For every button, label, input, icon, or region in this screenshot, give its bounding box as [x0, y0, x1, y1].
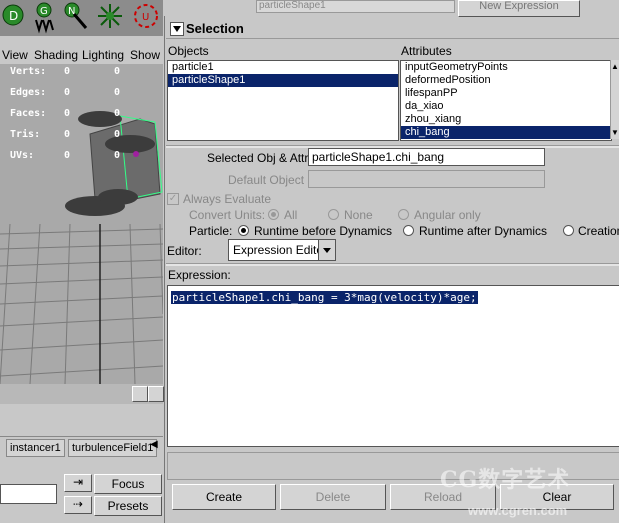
delete-button[interactable]: Delete: [280, 484, 386, 510]
list-item[interactable]: chi_bang: [401, 126, 611, 139]
select-icon[interactable]: ⇥: [64, 474, 92, 492]
runtime-after-radio[interactable]: [403, 225, 414, 236]
hud-row: Faces: 0 0: [10, 108, 121, 119]
shelf-particle-icon[interactable]: D: [0, 0, 28, 34]
watermark-logo: CG数字艺术: [440, 467, 571, 493]
list-item[interactable]: lifespanPP: [401, 87, 611, 100]
convert-angular-label: Angular only: [414, 208, 481, 222]
default-object-field: [308, 170, 545, 188]
editor-label: Editor:: [167, 244, 202, 258]
node-tabs: instancer1 turbulenceField1 ◀: [0, 436, 163, 457]
hud-row: UVs: 0 0: [10, 150, 121, 161]
hud-row: Edges: 0 0: [10, 87, 121, 98]
runtime-before-radio[interactable]: [238, 225, 249, 236]
attributes-label: Attributes: [401, 44, 452, 58]
expression-textarea[interactable]: [167, 285, 619, 447]
list-item[interactable]: zhou_xiang: [401, 113, 611, 126]
divider: [166, 263, 619, 266]
menu-lighting[interactable]: Lighting: [82, 48, 124, 62]
always-evaluate-checkbox[interactable]: ✓: [167, 193, 179, 205]
shelf-bar: D G N U: [0, 0, 163, 36]
watermark-url: www.cgren.com: [468, 503, 568, 518]
creation-radio[interactable]: [563, 225, 574, 236]
chevron-down-icon[interactable]: [318, 240, 335, 260]
convert-all-label: All: [284, 208, 298, 222]
menu-shading[interactable]: Shading: [34, 48, 78, 62]
shelf-uniform-icon[interactable]: U: [130, 0, 158, 34]
hud-row: Tris: 0 0: [10, 129, 121, 140]
shelf-newton-icon[interactable]: N: [62, 0, 90, 34]
list-item[interactable]: particle1: [168, 61, 398, 74]
expression-name-field[interactable]: particleShape1: [256, 0, 455, 13]
svg-text:U: U: [142, 12, 149, 23]
scroll-left-button[interactable]: [132, 386, 148, 402]
selected-obj-attr-field[interactable]: particleShape1.chi_bang: [308, 148, 545, 166]
viewport-menu-bar: View Shading Lighting Show: [0, 45, 163, 64]
presets-button[interactable]: Presets: [94, 496, 162, 516]
svg-text:D: D: [9, 9, 18, 23]
objects-label: Objects: [168, 44, 209, 58]
particle-label: Particle:: [189, 224, 233, 238]
poly-count-hud: Verts: 0 0 Edges: 0 0 Faces: 0 0 Tris: 0 0 UVs: 0…: [10, 66, 140, 171]
runtime-before-label: Runtime before Dynamics: [254, 224, 393, 238]
selection-title: Selection: [186, 21, 244, 36]
list-item[interactable]: inputGeometryPoints: [401, 61, 611, 74]
load-icon[interactable]: ⇢: [64, 496, 92, 514]
scroll-down-icon[interactable]: ▼: [611, 128, 619, 137]
tab-instancer1[interactable]: instancer1: [6, 439, 65, 457]
scroll-up-icon[interactable]: ▲: [611, 62, 619, 71]
convert-none-radio[interactable]: [328, 209, 339, 220]
viewport-scrollbar[interactable]: [0, 384, 164, 404]
hud-row: Verts: 0 0: [10, 66, 121, 77]
collapse-triangle-icon[interactable]: [170, 22, 184, 36]
editor-dropdown-value: Expression Editor: [233, 243, 328, 257]
list-item[interactable]: deformedPosition: [401, 74, 611, 87]
creation-label: Creation: [578, 224, 619, 238]
convert-none-label: None: [344, 208, 373, 222]
focus-button[interactable]: Focus: [94, 474, 162, 494]
runtime-after-label: Runtime after Dynamics: [419, 224, 548, 238]
attributes-scrollbar[interactable]: ▲ ▼: [610, 60, 619, 139]
objects-list[interactable]: particle1 particleShape1: [167, 60, 399, 141]
always-evaluate-label: Always Evaluate: [183, 192, 272, 206]
default-object-label: Default Object: [228, 173, 305, 187]
convert-angular-radio[interactable]: [398, 209, 409, 220]
shelf-gravity-icon[interactable]: G: [30, 0, 58, 34]
expression-text[interactable]: particleShape1.chi_bang = 3*mag(velocity…: [171, 291, 478, 304]
expression-label: Expression:: [168, 268, 231, 282]
list-item[interactable]: particleShape1: [168, 74, 398, 87]
scroll-right-button[interactable]: [148, 386, 164, 402]
attribute-editor-footer: ⇥ ⇢ Focus Presets: [0, 460, 163, 523]
tab-scroll-arrow-icon[interactable]: ◀: [150, 439, 158, 450]
svg-text:G: G: [40, 6, 48, 17]
menu-view[interactable]: View: [2, 48, 28, 62]
shelf-radial-icon[interactable]: [96, 0, 124, 34]
tab-turbulencefield1[interactable]: turbulenceField1: [68, 439, 158, 457]
editor-dropdown[interactable]: Expression Editor: [228, 239, 336, 261]
filter-input[interactable]: [0, 484, 57, 504]
viewport-footer: [0, 404, 163, 432]
selected-obj-attr-label: Selected Obj & Attr: [207, 151, 309, 165]
attributes-list[interactable]: inputGeometryPoints deformedPosition lif…: [400, 60, 612, 141]
convert-all-radio[interactable]: [268, 209, 279, 220]
list-item[interactable]: da_xiao: [401, 100, 611, 113]
create-button[interactable]: Create: [172, 484, 276, 510]
convert-units-label: Convert Units:: [189, 208, 266, 222]
new-expression-button[interactable]: New Expression: [458, 0, 580, 17]
menu-show[interactable]: Show: [130, 48, 160, 62]
